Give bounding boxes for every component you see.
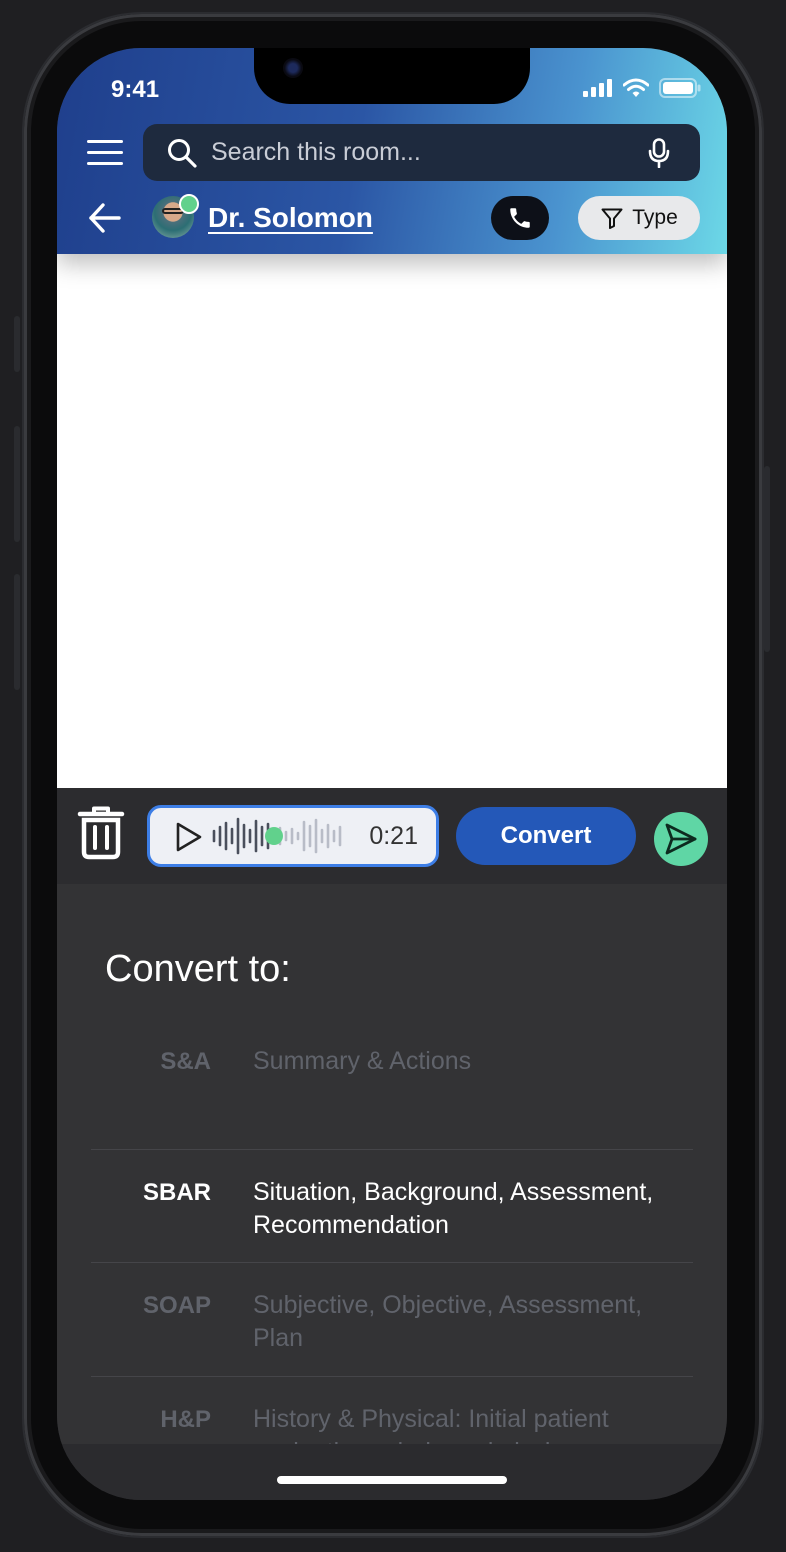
hamburger-menu-icon[interactable] bbox=[87, 140, 123, 166]
search-icon bbox=[168, 138, 197, 168]
search-input[interactable]: Search this room... bbox=[211, 138, 648, 167]
contact-name-link[interactable]: Dr. Solomon bbox=[208, 202, 373, 234]
option-code: H&P bbox=[160, 1406, 211, 1433]
option-code: SOAP bbox=[142, 1292, 211, 1319]
status-icons bbox=[583, 78, 701, 98]
microphone-icon[interactable] bbox=[648, 137, 670, 168]
home-area bbox=[57, 1444, 727, 1500]
send-icon bbox=[665, 823, 697, 855]
status-time: 9:41 bbox=[111, 76, 160, 103]
mute-switch bbox=[14, 316, 20, 372]
phone-icon bbox=[510, 208, 530, 228]
send-button[interactable] bbox=[654, 812, 708, 866]
signal-icon bbox=[583, 79, 612, 97]
trash-icon[interactable] bbox=[77, 806, 125, 860]
type-filter-label: Type bbox=[632, 206, 678, 229]
voice-recorder-bar: 0:21 Convert bbox=[57, 788, 727, 884]
option-code: SBAR bbox=[142, 1179, 211, 1206]
volume-down-button bbox=[14, 574, 20, 690]
online-status-indicator bbox=[179, 194, 199, 214]
play-icon[interactable] bbox=[174, 821, 204, 853]
convert-button[interactable]: Convert bbox=[456, 807, 636, 865]
convert-sheet-title: Convert to: bbox=[105, 948, 291, 990]
option-description: Summary & Actions bbox=[253, 1047, 472, 1075]
convert-option-sa[interactable]: S&A Summary & Actions bbox=[91, 1012, 693, 1150]
screen: 9:41 Search this room... Dr. Solomon Typ… bbox=[57, 48, 727, 1500]
battery-icon bbox=[659, 78, 701, 98]
search-bar[interactable]: Search this room... bbox=[143, 124, 700, 181]
option-description: Subjective, Objective, Assessment, Plan bbox=[253, 1291, 643, 1352]
call-button[interactable] bbox=[491, 196, 549, 240]
convert-options-sheet: Convert to: S&A Summary & Actions SBAR S… bbox=[57, 884, 727, 1491]
voice-message-player[interactable]: 0:21 bbox=[147, 805, 439, 867]
back-arrow-icon[interactable] bbox=[87, 198, 123, 238]
message-area bbox=[57, 254, 727, 788]
option-code: S&A bbox=[160, 1048, 211, 1075]
home-indicator[interactable] bbox=[277, 1476, 507, 1484]
option-description: Situation, Background, Assessment, Recom… bbox=[253, 1178, 654, 1239]
convert-option-sbar[interactable]: SBAR Situation, Background, Assessment, … bbox=[91, 1149, 693, 1263]
voice-duration: 0:21 bbox=[369, 822, 418, 850]
type-filter-button[interactable]: Type bbox=[578, 196, 700, 240]
waveform-icon bbox=[212, 817, 342, 855]
convert-option-soap[interactable]: SOAP Subjective, Objective, Assessment, … bbox=[91, 1262, 693, 1377]
front-camera bbox=[283, 58, 303, 78]
power-button bbox=[764, 466, 770, 652]
wifi-icon bbox=[623, 78, 649, 97]
volume-up-button bbox=[14, 426, 20, 542]
filter-icon bbox=[601, 208, 623, 229]
